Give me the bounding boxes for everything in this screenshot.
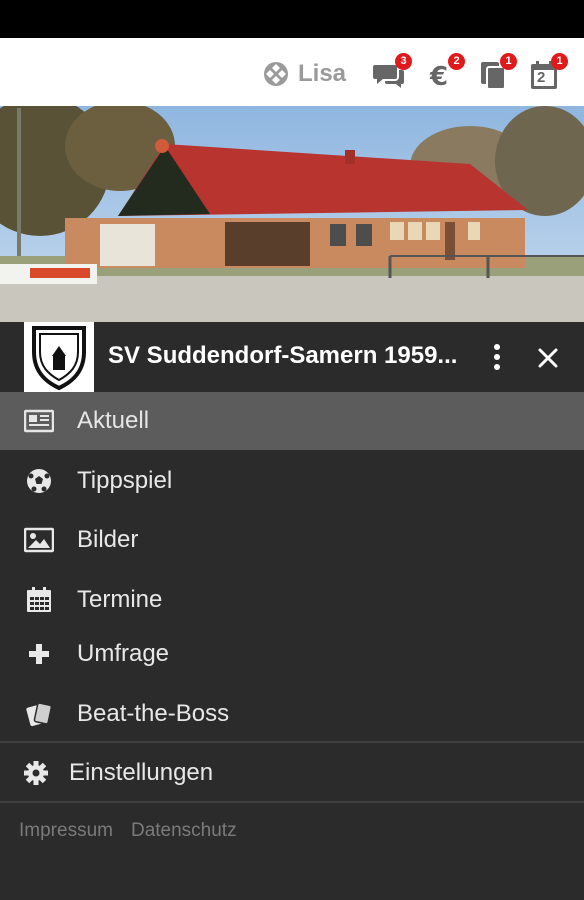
finance-button[interactable]: € 2 — [425, 53, 465, 92]
finance-badge: 2 — [448, 53, 465, 70]
menu-item-label: Beat-the-Boss — [77, 700, 230, 727]
club-logo — [24, 322, 94, 392]
menu-item-bilder[interactable]: Bilder — [0, 511, 584, 569]
clubhouse-photo — [0, 106, 584, 322]
cards-icon — [24, 699, 54, 729]
documents-button[interactable]: 1 — [477, 53, 517, 92]
messages-button[interactable]: 3 — [372, 53, 412, 92]
menu-item-aktuell[interactable]: Aktuell — [0, 392, 584, 450]
footer-links: Impressum Datenschutz — [19, 820, 237, 842]
messages-badge: 3 — [395, 53, 412, 70]
menu-divider — [0, 741, 584, 743]
menu-item-label: Tippspiel — [77, 467, 173, 494]
menu-item-tippspiel[interactable]: Tippspiel — [0, 452, 584, 510]
menu-item-einstellungen[interactable]: Einstellungen — [0, 744, 584, 802]
newspaper-icon — [24, 406, 54, 436]
datenschutz-link[interactable]: Datenschutz — [131, 820, 237, 842]
soccer-ball-icon — [24, 466, 54, 496]
more-options-button[interactable] — [482, 340, 512, 374]
menu-item-label: Bilder — [77, 526, 139, 553]
calendar-day-number: 2 — [537, 69, 546, 86]
close-drawer-button[interactable] — [532, 342, 564, 374]
impressum-link[interactable]: Impressum — [19, 820, 113, 842]
footer-divider — [0, 801, 584, 803]
menu-item-label: Umfrage — [77, 640, 170, 667]
gear-icon — [22, 759, 50, 787]
close-icon — [538, 348, 558, 368]
club-name: SV Suddendorf-Samern 1959... — [108, 342, 458, 369]
calendar-button[interactable]: 2 1 — [528, 53, 568, 92]
menu-item-label: Einstellungen — [69, 759, 214, 786]
status-bar — [0, 0, 584, 38]
image-icon — [24, 525, 54, 555]
drawer-header: SV Suddendorf-Samern 1959... — [0, 322, 584, 392]
plus-icon — [24, 639, 54, 669]
svg-text:€: € — [429, 62, 448, 92]
menu-item-beat-the-boss[interactable]: Beat-the-Boss — [0, 685, 584, 743]
menu-item-label: Aktuell — [77, 407, 150, 434]
user-name: Lisa — [298, 60, 347, 87]
documents-badge: 1 — [500, 53, 517, 70]
menu-item-umfrage[interactable]: Umfrage — [0, 625, 584, 683]
more-vertical-icon — [494, 344, 500, 370]
calendar-icon — [24, 585, 54, 615]
user-profile[interactable]: Lisa — [262, 58, 346, 90]
user-avatar-icon — [264, 62, 288, 86]
menu-item-label: Termine — [77, 586, 163, 613]
calendar-badge: 1 — [551, 53, 568, 70]
menu-item-termine[interactable]: Termine — [0, 571, 584, 629]
